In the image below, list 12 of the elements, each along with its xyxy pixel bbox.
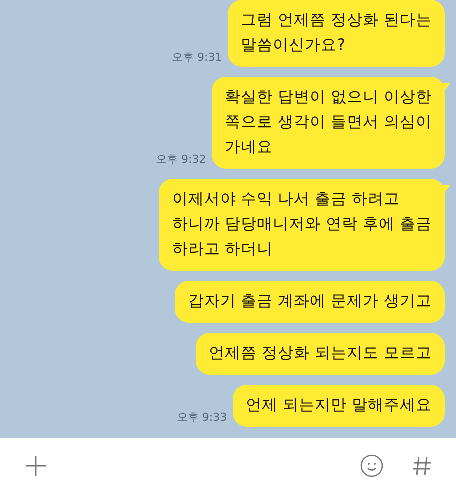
- message-bubble: 확실한 답변이 없으니 이상한 쪽으로 생각이 들면서 의심이 가네요: [212, 77, 445, 169]
- message-time: 오후 9:33: [176, 410, 228, 425]
- add-icon[interactable]: [24, 454, 48, 478]
- message-bubble: 이제서야 수익 나서 출금 하려고 하니까 담당매니저와 연락 후에 출금 하라고 하더니: [159, 179, 445, 271]
- emoji-icon[interactable]: [360, 454, 384, 478]
- message-bubble: 언제쯤 정상화 되는지도 모르고: [196, 333, 445, 375]
- message-time: 오후 9:31: [172, 50, 222, 65]
- message-bubble: 갑자기 출금 계좌에 문제가 생기고: [175, 281, 445, 323]
- message-bubble: 그럼 언제쯤 정상화 된다는 말씀이신가요?: [228, 0, 445, 67]
- message-bubble: 언제 되는지만 말해주세요: [233, 385, 445, 427]
- hashtag-icon[interactable]: [410, 454, 434, 478]
- message-time: 오후 9:32: [156, 152, 206, 167]
